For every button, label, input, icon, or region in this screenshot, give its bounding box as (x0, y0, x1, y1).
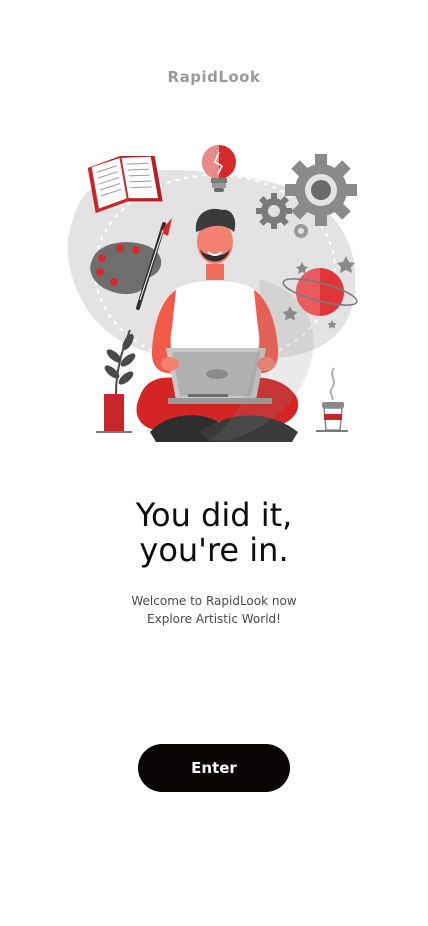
headline-line-2: you're in. (139, 531, 289, 569)
welcome-text-line-1: Welcome to RapidLook now (131, 594, 297, 608)
app-title: RapidLook (167, 68, 261, 86)
gear-icon (285, 154, 357, 226)
small-gear-icon (256, 193, 292, 229)
headline-line-1: You did it, (135, 496, 293, 534)
coffee-cup-icon (316, 367, 348, 432)
welcome-text: Welcome to RapidLook now Explore Artisti… (0, 592, 428, 628)
welcome-text-line-2: Explore Artistic World! (147, 612, 281, 626)
tiny-gear-icon (294, 224, 308, 238)
hero-illustration (60, 140, 368, 450)
torso (164, 281, 266, 356)
enter-button[interactable]: Enter (138, 744, 290, 792)
headline: You did it, you're in. (0, 498, 428, 568)
